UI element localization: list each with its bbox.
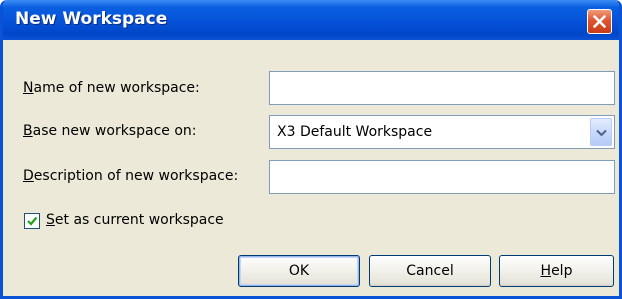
help-button-accelerator: H	[540, 263, 552, 279]
workspace-name-input[interactable]	[269, 71, 615, 105]
workspace-description-input[interactable]	[269, 160, 615, 194]
title-bar[interactable]: New Workspace	[3, 0, 619, 40]
chevron-down-icon	[596, 129, 607, 137]
base-workspace-select[interactable]: X3 Default Workspace	[269, 115, 615, 149]
set-current-label[interactable]: Set as current workspace	[46, 212, 224, 228]
ok-button-label: OK	[288, 263, 310, 279]
description-label: Description of new workspace:	[23, 168, 238, 184]
set-current-text: et as current workspace	[54, 212, 224, 228]
description-label-accelerator: D	[23, 168, 34, 184]
name-label-text: ame of new workspace:	[33, 80, 200, 96]
base-workspace-selected-value: X3 Default Workspace	[277, 124, 433, 140]
base-label-text: ase new workspace on:	[32, 123, 197, 139]
help-button[interactable]: Help	[499, 255, 614, 287]
cancel-button-label: Cancel	[406, 263, 454, 279]
set-current-accelerator: S	[46, 212, 55, 228]
close-button[interactable]	[587, 9, 612, 34]
name-label-accelerator: N	[23, 80, 34, 96]
close-icon	[593, 15, 606, 28]
base-label-accelerator: B	[23, 123, 33, 139]
checkmark-icon	[27, 216, 38, 226]
ok-button[interactable]: OK	[238, 255, 360, 287]
dropdown-button[interactable]	[590, 118, 612, 146]
name-label: Name of new workspace:	[23, 80, 200, 96]
help-button-label: elp	[551, 263, 573, 279]
set-current-checkbox[interactable]	[24, 213, 40, 229]
new-workspace-dialog: New Workspace Name of new workspace: Bas…	[0, 0, 622, 299]
dialog-title: New Workspace	[15, 9, 168, 29]
description-label-text: escription of new workspace:	[33, 168, 239, 184]
cancel-button[interactable]: Cancel	[369, 255, 491, 287]
base-label: Base new workspace on:	[23, 123, 197, 139]
